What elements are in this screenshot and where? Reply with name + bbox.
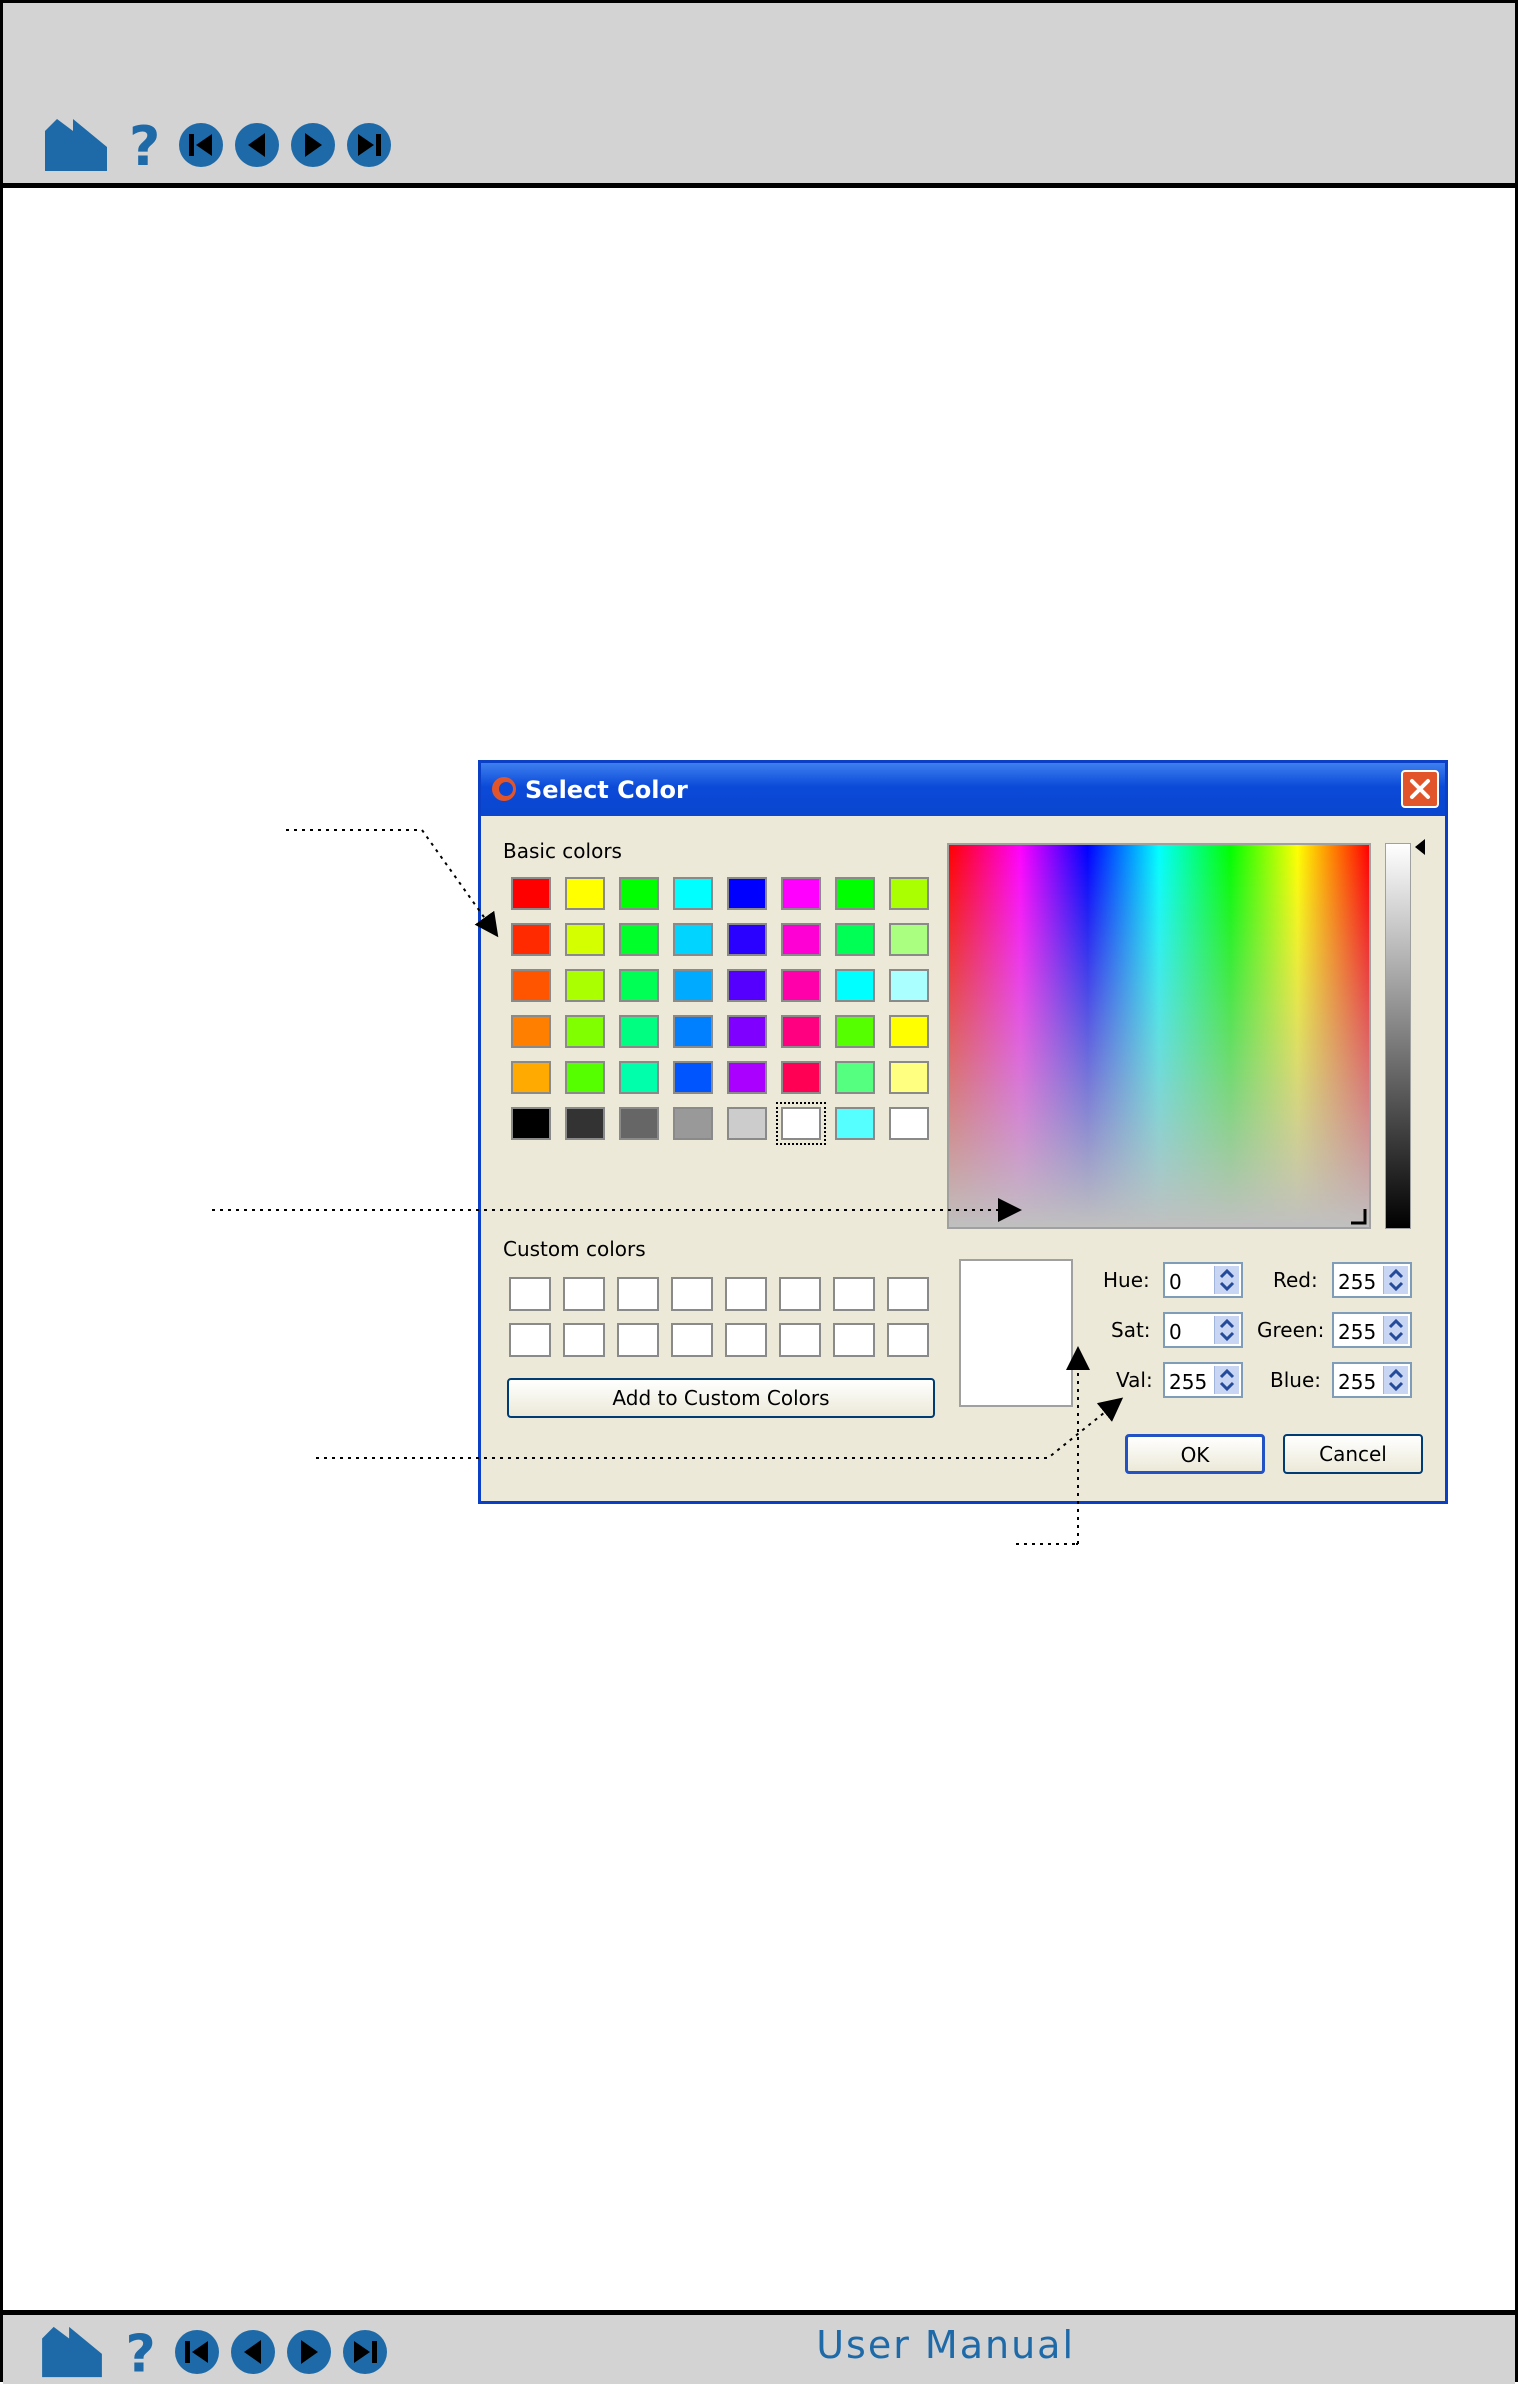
callout-lines — [212, 829, 1124, 1545]
callout-preview — [1016, 1346, 1090, 1545]
callout-val — [316, 1397, 1124, 1459]
callout-basic-colors — [286, 829, 499, 938]
